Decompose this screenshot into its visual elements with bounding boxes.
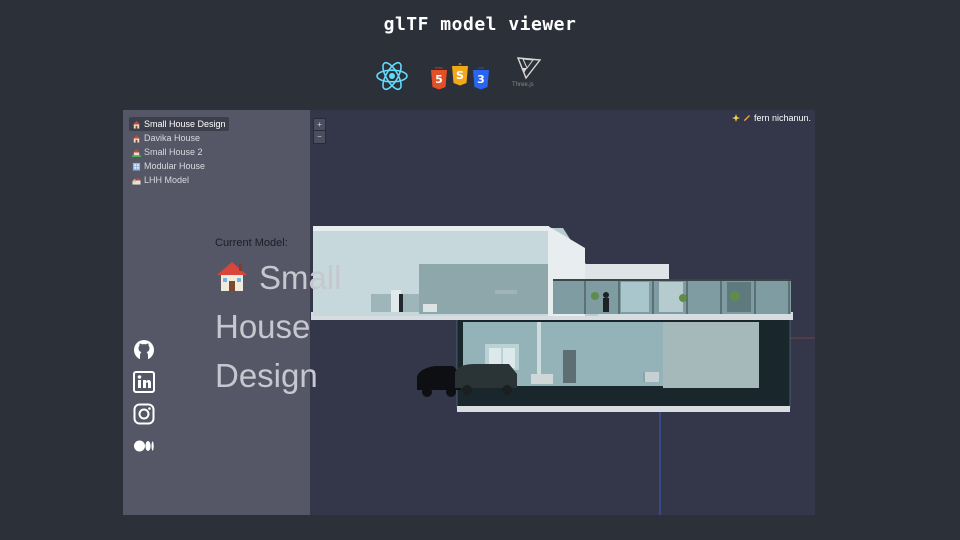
current-model-label: Current Model: (215, 237, 288, 249)
sparkle-icon (731, 114, 740, 122)
model-item-modular-house[interactable]: Modular House (129, 159, 229, 173)
model-item-label: Modular House (144, 161, 206, 171)
model-item-label: Davika House (144, 133, 201, 143)
medium-icon[interactable] (133, 435, 155, 457)
javascript-icon: JS S (452, 62, 468, 86)
model-item-davika-house[interactable]: Davika House (129, 131, 229, 145)
threejs-icon (516, 57, 542, 80)
tech-stack-icons: HTML 5 JS S CSS 3 (370, 56, 550, 96)
model-item-label: Small House Design (144, 119, 226, 129)
model-item-small-house-design[interactable]: Small House Design (129, 117, 229, 131)
css3-icon: CSS 3 (473, 66, 489, 90)
pencil-icon (743, 115, 750, 121)
office-building-icon (132, 162, 141, 171)
author-name[interactable]: fern nichanun. (754, 113, 811, 123)
zoom-in-button[interactable]: + (314, 119, 325, 131)
author-credit: fern nichanun. (731, 113, 811, 123)
page-title: glTF model viewer (383, 14, 577, 35)
house-with-garden-icon (132, 148, 141, 157)
model-list: Small House Design Davika House Small Ho… (129, 117, 229, 187)
instagram-icon[interactable] (133, 403, 155, 425)
house-icon (132, 120, 141, 129)
house-icon (132, 134, 141, 143)
threejs-label: Three.js (512, 82, 534, 88)
html5-icon: HTML 5 (431, 66, 447, 90)
svg-text:5: 5 (435, 73, 443, 86)
model-item-small-house-2[interactable]: Small House 2 (129, 145, 229, 159)
zoom-controls: + − (313, 118, 326, 144)
houses-icon (132, 177, 141, 185)
svg-text:CSS: CSS (478, 66, 484, 70)
model-item-label: LHH Model (144, 175, 190, 185)
react-icon (376, 61, 408, 91)
github-icon[interactable] (133, 339, 155, 361)
house-icon (217, 262, 247, 291)
current-model-name: Small House Design (215, 253, 385, 400)
model-item-lhh-model[interactable]: LHH Model (129, 173, 229, 187)
svg-text:JS: JS (458, 62, 462, 66)
model-viewer[interactable]: Small House Design Davika House Small Ho… (123, 110, 815, 515)
svg-text:3: 3 (477, 73, 485, 86)
zoom-out-button[interactable]: − (314, 131, 325, 143)
linkedin-icon[interactable] (133, 371, 155, 393)
model-item-label: Small House 2 (144, 147, 203, 157)
svg-text:HTML: HTML (435, 66, 444, 70)
svg-text:S: S (456, 69, 464, 82)
